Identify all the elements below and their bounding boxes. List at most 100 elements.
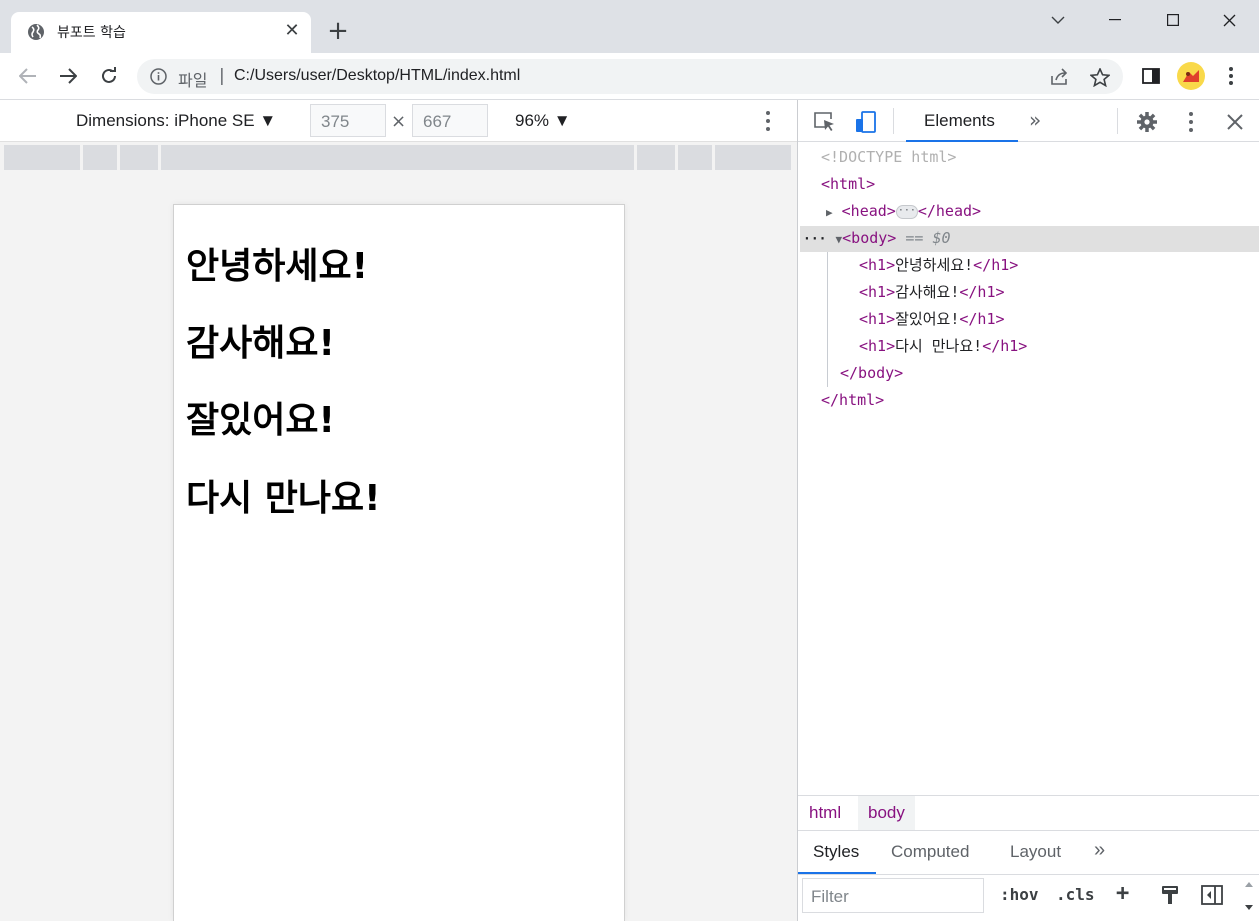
media-query-segment[interactable] <box>83 145 117 170</box>
inspect-cursor-icon <box>814 112 834 131</box>
close-tab-icon[interactable]: ✕ <box>283 21 301 41</box>
maximize-icon <box>1167 14 1179 26</box>
close-window-button[interactable] <box>1206 6 1252 34</box>
h1-close-tag: </h1> <box>973 256 1019 274</box>
active-tab-indicator <box>798 872 876 874</box>
head-open-tag: <head> <box>841 202 896 220</box>
tab-computed[interactable]: Computed <box>891 842 969 862</box>
dom-node-h1[interactable]: <h1>감사해요!</h1> <box>859 279 1005 306</box>
tree-indent-guide <box>827 252 828 387</box>
more-tabs-button[interactable]: » <box>1029 108 1041 132</box>
body-open-tag: <body> <box>842 229 897 247</box>
page-heading: 감사해요! <box>186 323 335 364</box>
share-icon[interactable] <box>1049 66 1071 88</box>
dom-node-html[interactable]: <html> <box>821 171 875 198</box>
browser-tab[interactable]: 뷰포트 학습 ✕ <box>11 12 311 53</box>
node-actions-icon[interactable]: ··· <box>803 232 826 247</box>
collapsed-content-badge[interactable]: ··· <box>895 204 918 219</box>
avatar[interactable] <box>1177 62 1205 90</box>
more-style-tabs-button[interactable]: » <box>1094 839 1105 862</box>
h1-open-tag: <h1> <box>859 256 896 274</box>
device-toggle-button[interactable] <box>853 109 879 135</box>
minimize-button[interactable] <box>1092 6 1138 34</box>
dom-node-doctype[interactable]: <!DOCTYPE html> <box>821 144 956 171</box>
tab-search-button[interactable] <box>1035 6 1081 34</box>
inspect-element-button[interactable] <box>812 109 838 135</box>
dom-node-head[interactable]: ▶ <head> ··· </head> <box>826 198 981 225</box>
device-toolbar-more-button[interactable] <box>757 109 779 133</box>
paint-brush-icon[interactable] <box>1160 884 1180 910</box>
class-toggle[interactable]: .cls <box>1056 885 1095 904</box>
dom-node-body-close[interactable]: </body> <box>840 360 903 387</box>
dom-node-html-close[interactable]: </html> <box>821 387 884 414</box>
device-height-input[interactable]: 667 <box>412 104 488 137</box>
reload-icon <box>102 67 116 83</box>
html-close-tag: </html> <box>821 391 885 409</box>
zoom-dropdown[interactable]: 96% ▼ <box>515 111 571 131</box>
devtools-divider <box>1117 108 1118 134</box>
tab-elements[interactable]: Elements <box>906 100 1018 142</box>
tab-layout[interactable]: Layout <box>1010 842 1061 862</box>
close-icon <box>1223 14 1235 26</box>
html-open-tag: <html> <box>821 175 876 193</box>
media-query-segment[interactable] <box>715 145 791 170</box>
media-query-ruler[interactable] <box>4 145 794 170</box>
new-tab-button[interactable]: + <box>326 18 350 44</box>
more-vertical-icon <box>766 111 770 131</box>
dom-node-h1[interactable]: <h1>잘있어요!</h1> <box>859 306 1005 333</box>
media-query-segment[interactable] <box>120 145 158 170</box>
device-toolbar: Dimensions: iPhone SE ▼ 375 × 667 96% ▼ <box>0 100 797 142</box>
breadcrumb-item-html[interactable]: html <box>799 796 851 830</box>
more-vertical-icon <box>1189 112 1193 132</box>
media-query-segment[interactable] <box>4 145 80 170</box>
h1-open-tag: <h1> <box>859 310 896 328</box>
h1-close-tag: </h1> <box>959 283 1005 301</box>
devtools-menu-button[interactable] <box>1178 109 1204 135</box>
device-dimensions-dropdown[interactable]: Dimensions: iPhone SE ▼ <box>76 111 276 131</box>
devtools-settings-button[interactable] <box>1134 109 1160 135</box>
doctype-text: <!DOCTYPE html> <box>821 148 957 166</box>
maximize-button[interactable] <box>1150 6 1196 34</box>
expand-triangle-icon[interactable]: ▶ <box>826 206 833 219</box>
tab-styles[interactable]: Styles <box>813 842 859 862</box>
hover-state-toggle[interactable]: :hov <box>1000 885 1039 904</box>
new-style-rule-button[interactable]: + <box>1116 881 1129 906</box>
page-heading: 안녕하세요! <box>186 246 369 287</box>
media-query-segment[interactable] <box>678 145 712 170</box>
breadcrumb-item-body[interactable]: body <box>858 796 915 830</box>
url-text[interactable]: C:/Users/user/Desktop/HTML/index.html <box>234 67 520 85</box>
star-icon[interactable] <box>1089 66 1111 88</box>
h1-text: 감사해요! <box>895 283 960 301</box>
address-bar[interactable]: 파일 | C:/Users/user/Desktop/HTML/index.ht… <box>137 59 1123 94</box>
h1-text: 다시 만나요! <box>895 337 983 355</box>
device-width-input[interactable]: 375 <box>310 104 386 137</box>
gear-icon <box>1137 112 1157 132</box>
breadcrumb: html body <box>798 795 1259 831</box>
arrow-right-icon <box>60 68 77 84</box>
media-query-segment[interactable] <box>637 145 675 170</box>
h1-text: 안녕하세요! <box>895 256 974 274</box>
dom-node-body[interactable]: ··· ▼<body> == $0 <box>803 225 951 252</box>
page-heading: 잘있어요! <box>186 400 335 441</box>
forward-button[interactable] <box>56 64 80 88</box>
device-viewport-pane: Dimensions: iPhone SE ▼ 375 × 667 96% ▼ … <box>0 100 797 921</box>
h1-open-tag: <h1> <box>859 283 896 301</box>
side-panel-button[interactable] <box>1139 64 1163 88</box>
tab-elements-label: Elements <box>924 111 995 130</box>
device-mode-icon <box>856 111 876 133</box>
reload-button[interactable] <box>97 64 121 88</box>
styles-filter-input[interactable]: Filter <box>802 878 984 913</box>
browser-menu-button[interactable] <box>1219 64 1243 88</box>
media-query-segment[interactable] <box>161 145 634 170</box>
more-vertical-icon <box>1229 67 1233 85</box>
devtools-tab-bar: Elements » <box>798 100 1259 142</box>
url-separator: | <box>219 66 225 86</box>
scroll-arrows-icon[interactable] <box>1242 879 1256 917</box>
close-devtools-button[interactable] <box>1222 109 1248 135</box>
info-icon[interactable] <box>150 68 167 85</box>
dom-node-h1[interactable]: <h1>다시 만나요!</h1> <box>859 333 1027 360</box>
toggle-sidebar-icon[interactable] <box>1201 885 1223 909</box>
back-button[interactable] <box>16 64 40 88</box>
dom-node-h1[interactable]: <h1>안녕하세요!</h1> <box>859 252 1018 279</box>
h1-close-tag: </h1> <box>959 310 1005 328</box>
